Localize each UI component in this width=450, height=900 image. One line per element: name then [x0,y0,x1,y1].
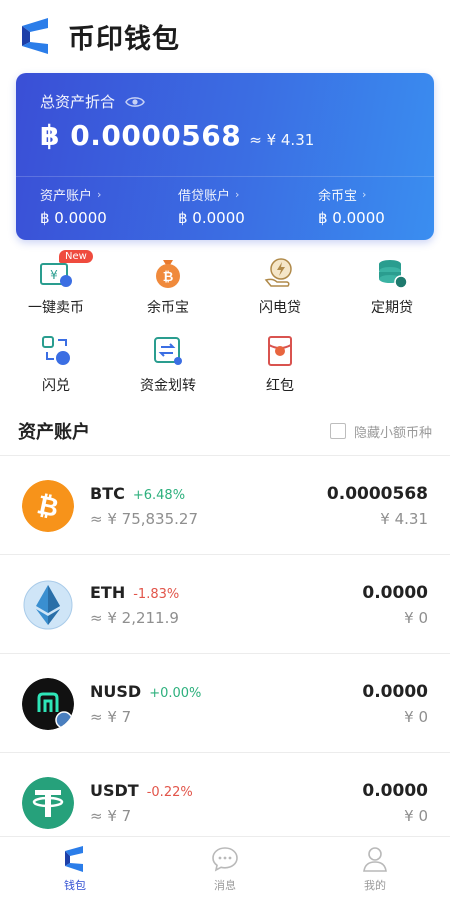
total-assets-cny: ≈ ¥ 4.31 [249,131,315,149]
action-sell-coin[interactable]: ¥ New 一键卖币 [0,250,112,317]
sub-account-loan[interactable]: 借贷账户 › ฿ 0.0000 [178,185,245,227]
sub-account-value: ฿ 0.0000 [40,209,107,227]
coin-symbol: USDT -0.22% [90,781,193,800]
app-logo-icon [22,18,48,54]
section-title: 资产账户 [18,422,90,443]
action-coin-savings[interactable]: ₿ 余币宝 [112,256,224,317]
coin-amount: 0.0000 [362,583,428,603]
eth-icon [23,580,73,630]
asset-section-header: 资产账户 隐藏小额币种 [0,410,450,452]
coin-bag-icon: ₿ [156,260,180,288]
coin-row-usdt[interactable]: USDT -0.22% ≈ ¥ 7 0.0000 ¥ 0 [0,753,450,836]
sub-account-value: ฿ 0.0000 [178,209,245,227]
coin-amount: 0.0000568 [326,484,428,504]
bottom-nav: 钱包 消息 我的 [0,836,450,900]
red-packet-icon [268,336,292,366]
action-label: 余币宝 [147,300,189,316]
app-header: 币印钱包 [0,0,450,72]
coin-row-eth[interactable]: ETH -1.83% ≈ ¥ 2,211.9 0.0000 ¥ 0 [0,555,450,654]
coin-cny-value: ¥ 0 [404,708,428,726]
coin-cny-value: ¥ 0 [404,609,428,627]
coin-change: -1.83% [133,587,180,602]
flash-swap-icon [42,336,70,365]
sub-account-savings[interactable]: 余币宝 › ฿ 0.0000 [318,185,385,227]
flash-loan-icon [264,258,292,287]
coin-cny-value: ¥ 0 [404,807,428,825]
quick-actions: ¥ New 一键卖币 ₿ 余币宝 闪电贷 定期贷 闪兑 资金划转 红包 [0,248,450,406]
eye-icon[interactable] [125,95,145,109]
chevron-right-icon: › [362,188,367,201]
coin-change: -0.22% [146,785,193,800]
action-fixed-loan[interactable]: 定期贷 [336,256,448,317]
sub-account-name: 资产账户 [40,189,93,204]
usdt-icon [22,777,74,829]
message-icon [212,847,238,872]
coin-price: ≈ ¥ 7 [90,708,132,726]
chevron-right-icon: › [235,188,240,201]
coin-cny-value: ¥ 4.31 [380,510,428,528]
nav-label: 我的 [364,879,386,892]
hide-small-label: 隐藏小额币种 [353,425,432,441]
action-label: 资金划转 [140,378,196,394]
profile-icon [363,847,387,872]
sub-account-value: ฿ 0.0000 [318,209,385,227]
nav-item-wallet[interactable]: 钱包 [0,837,150,900]
chevron-right-icon: › [97,188,102,201]
action-transfer[interactable]: 资金划转 [112,334,224,395]
wallet-icon [65,846,83,872]
coin-amount: 0.0000 [362,781,428,801]
app-title: 币印钱包 [68,23,180,55]
coin-list: ₿ BTC +6.48% ≈ ¥ 75,835.27 0.0000568 ¥ 4.… [0,456,450,836]
total-assets-label-row: 总资产折合 [40,91,145,112]
coin-symbol: NUSD +0.00% [90,682,202,701]
new-badge: New [59,250,93,263]
fixed-loan-icon [379,260,408,289]
action-red-packet[interactable]: 红包 [224,334,336,395]
action-label: 定期贷 [371,300,413,316]
action-label: 一键卖币 [28,300,84,316]
transfer-icon [154,337,182,365]
coin-symbol: ETH -1.83% [90,583,180,602]
action-label: 闪电贷 [259,300,301,316]
total-assets-value: ฿ 0.0000568 [40,119,242,152]
hide-small-toggle[interactable]: 隐藏小额币种 [329,422,432,441]
card-divider [16,176,434,177]
coin-row-btc[interactable]: ₿ BTC +6.48% ≈ ¥ 75,835.27 0.0000568 ¥ 4.… [0,456,450,555]
sub-account-assets[interactable]: 资产账户 › ฿ 0.0000 [40,185,107,227]
action-label: 红包 [266,378,294,394]
svg-text:₿: ₿ [163,270,174,285]
nusd-icon [22,678,74,730]
action-label: 闪兑 [42,378,70,394]
nav-item-profile[interactable]: 我的 [300,837,450,900]
coin-change: +6.48% [132,488,186,503]
coin-row-nusd[interactable]: NUSD +0.00% ≈ ¥ 7 0.0000 ¥ 0 [0,654,450,753]
coin-symbol: BTC +6.48% [90,484,186,503]
hide-small-checkbox[interactable] [329,423,346,439]
coin-price: ≈ ¥ 7 [90,807,132,825]
sub-account-name: 借贷账户 [178,189,231,204]
svg-text:¥: ¥ [50,268,58,282]
action-flash-loan[interactable]: 闪电贷 [224,256,336,317]
coin-change: +0.00% [149,686,202,701]
total-assets-value-row: ฿ 0.0000568 ≈ ¥ 4.31 [40,119,314,152]
nav-item-message[interactable]: 消息 [150,837,300,900]
nav-label: 消息 [214,879,236,892]
sub-account-name: 余币宝 [318,189,358,204]
coin-amount: 0.0000 [362,682,428,702]
nav-label: 钱包 [64,879,86,892]
action-flash-swap[interactable]: 闪兑 [0,334,112,395]
total-assets-card[interactable]: 总资产折合 ฿ 0.0000568 ≈ ¥ 4.31 资产账户 › ฿ 0.000… [16,73,434,240]
coin-price: ≈ ¥ 75,835.27 [90,510,198,528]
total-assets-label: 总资产折合 [40,93,116,111]
coin-price: ≈ ¥ 2,211.9 [90,609,179,627]
btc-icon: ₿ [22,480,74,532]
